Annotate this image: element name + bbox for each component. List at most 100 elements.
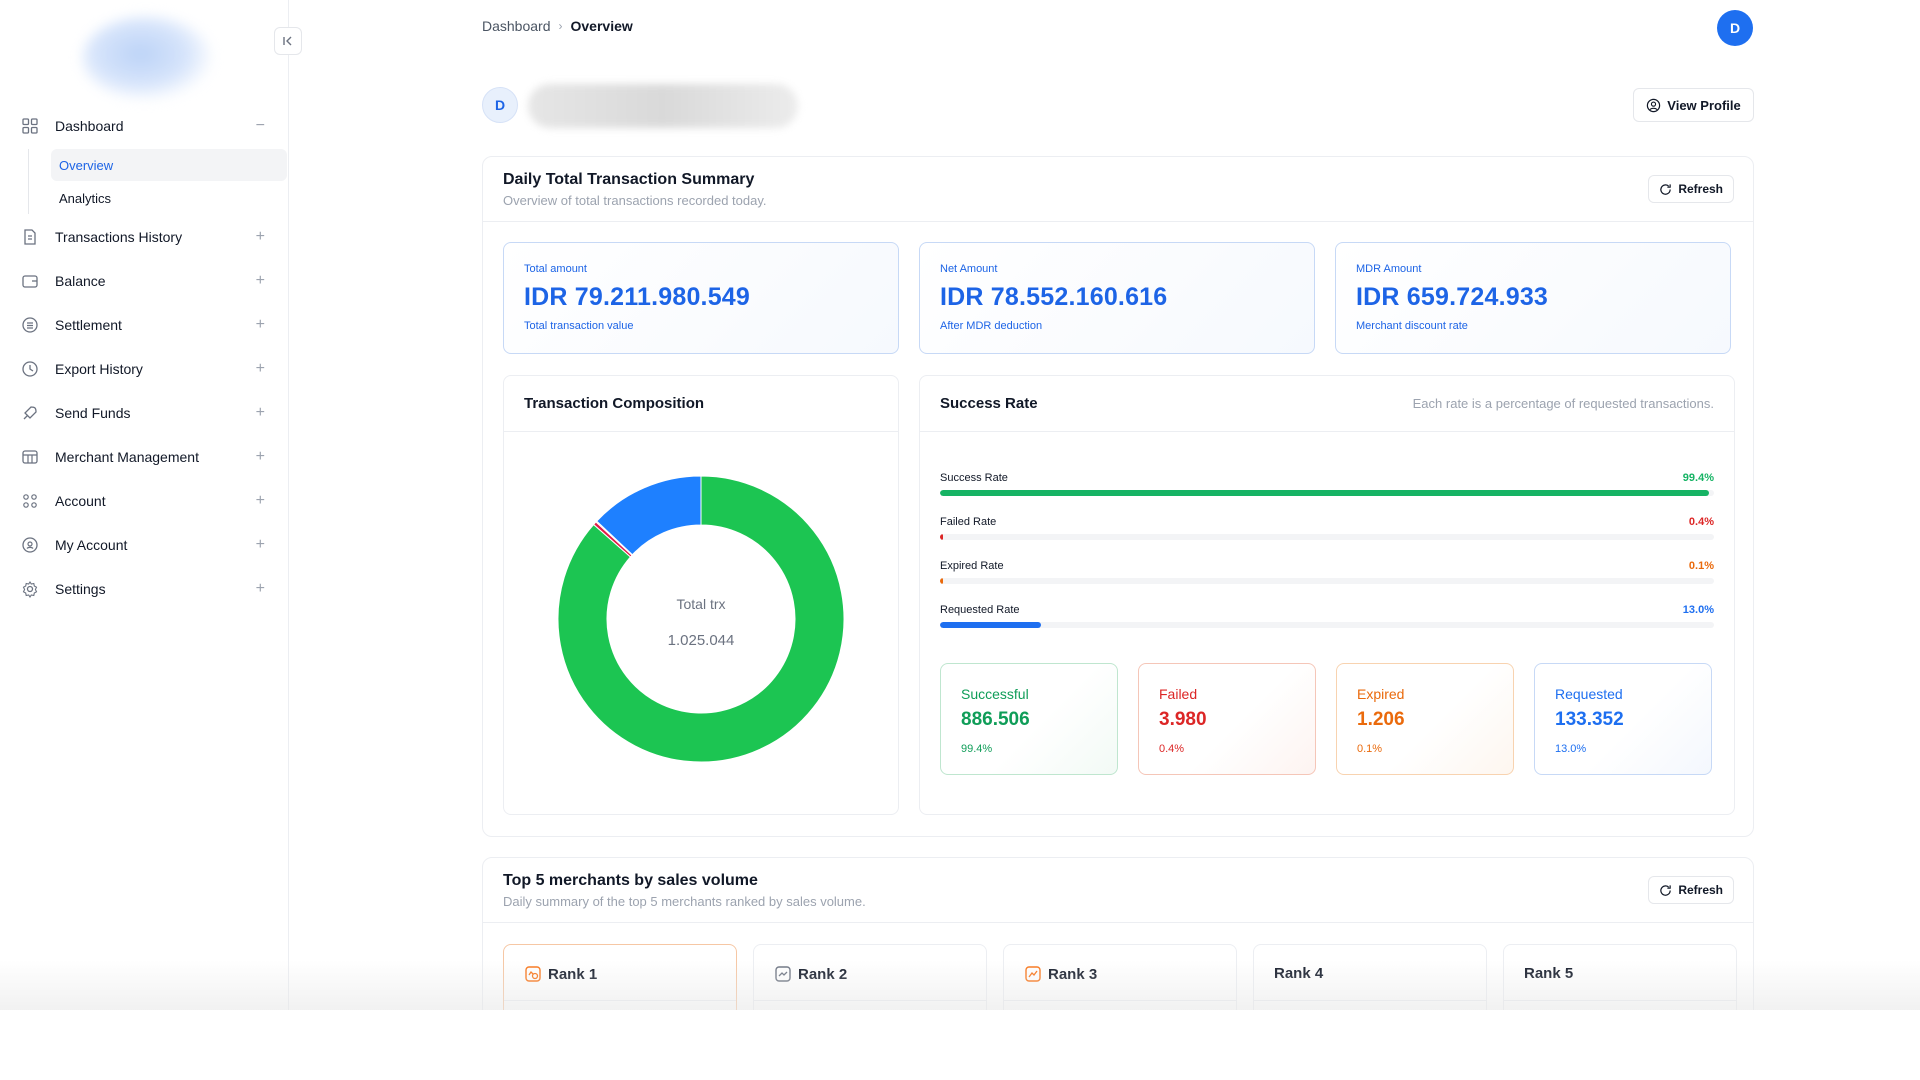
users-icon — [20, 491, 40, 511]
sidebar-item-label: My Account — [55, 537, 128, 553]
breadcrumb-current: Overview — [570, 18, 633, 34]
rank-card-4[interactable]: Rank 4 — [1253, 944, 1487, 1010]
sidebar-item-export-history[interactable]: Export History + — [0, 347, 289, 391]
metric-box-expired: Expired 1.206 0.1% — [1336, 663, 1514, 775]
refresh-label: Refresh — [1678, 883, 1723, 897]
metric-percent: 0.1% — [1357, 743, 1383, 755]
metric-box-requested: Requested 133.352 13.0% — [1534, 663, 1712, 775]
sidebar-item-settlement[interactable]: Settlement + — [0, 303, 289, 347]
divider — [483, 922, 1753, 923]
rocket-icon — [20, 403, 40, 423]
metric-box-failed: Failed 3.980 0.4% — [1138, 663, 1316, 775]
expand-icon[interactable]: + — [256, 316, 265, 334]
refresh-label: Refresh — [1678, 182, 1723, 196]
rank-card-1[interactable]: Rank 1 — [503, 944, 737, 1010]
expand-icon[interactable]: + — [256, 536, 265, 554]
metric-value: 3.980 — [1159, 709, 1207, 730]
trend-icon — [775, 966, 791, 982]
daily-summary-card: Daily Total Transaction Summary Overview… — [482, 156, 1754, 837]
divider — [1254, 1000, 1486, 1001]
rank-header: Rank 2 — [774, 965, 847, 983]
sidebar-item-label: Settings — [55, 581, 106, 597]
breadcrumb: Dashboard › Overview — [482, 18, 633, 34]
divider — [1504, 1000, 1736, 1001]
composition-title: Transaction Composition — [524, 395, 705, 412]
donut-center-label: Total trx — [676, 596, 725, 612]
rate-label: Success Rate — [940, 472, 1008, 484]
divider — [483, 221, 1753, 222]
sidebar-item-send-funds[interactable]: Send Funds + — [0, 391, 289, 435]
sidebar-item-dashboard[interactable]: Dashboard − — [0, 104, 289, 148]
refresh-icon — [1660, 183, 1672, 195]
profile-avatar: D — [482, 87, 518, 123]
breadcrumb-parent[interactable]: Dashboard — [482, 18, 551, 34]
sidebar-item-account[interactable]: Account + — [0, 479, 289, 523]
divider — [1004, 1000, 1236, 1001]
view-profile-button[interactable]: View Profile — [1633, 88, 1754, 122]
trend-up-icon — [1025, 966, 1041, 982]
rate-fill — [940, 622, 1041, 628]
chevron-right-icon: › — [558, 19, 563, 33]
sidebar-item-balance[interactable]: Balance + — [0, 259, 289, 303]
wallet-icon — [20, 271, 40, 291]
list-icon — [20, 315, 40, 335]
success-rate-title: Success Rate — [940, 395, 1038, 412]
expand-icon[interactable]: + — [256, 272, 265, 290]
receipt-icon — [20, 227, 40, 247]
rate-row-expired: Expired Rate 0.1% — [940, 560, 1714, 600]
expand-icon[interactable]: + — [256, 492, 265, 510]
success-rate-note: Each rate is a percentage of requested t… — [1412, 396, 1714, 411]
rank-card-3[interactable]: Rank 3 — [1003, 944, 1237, 1010]
expand-icon[interactable]: + — [256, 360, 265, 378]
metric-value: 133.352 — [1555, 709, 1624, 730]
sidebar-item-transactions-history[interactable]: Transactions History + — [0, 215, 289, 259]
medal-icon — [525, 966, 541, 982]
divider — [504, 431, 898, 432]
sidebar-item-my-account[interactable]: My Account + — [0, 523, 289, 567]
sidebar-item-label: Merchant Management — [55, 449, 199, 465]
gear-icon — [20, 579, 40, 599]
top5-refresh-button[interactable]: Refresh — [1648, 876, 1734, 904]
metric-value: 886.506 — [961, 709, 1030, 730]
sidebar-item-settings[interactable]: Settings + — [0, 567, 289, 611]
stat-net-amount: Net Amount IDR 78.552.160.616 After MDR … — [919, 242, 1315, 354]
expand-icon[interactable]: + — [256, 404, 265, 422]
sidebar-nav: Dashboard − Overview Analytics Transacti… — [0, 104, 289, 611]
dashboard-subnav: Overview Analytics — [28, 149, 289, 214]
summary-title: Daily Total Transaction Summary — [503, 171, 755, 188]
rank-card-5[interactable]: Rank 5 — [1503, 944, 1737, 1010]
refresh-icon — [1660, 884, 1672, 896]
stat-value: IDR 659.724.933 — [1356, 283, 1549, 311]
brand-logo — [82, 16, 212, 100]
summary-refresh-button[interactable]: Refresh — [1648, 175, 1734, 203]
rank-header: Rank 3 — [1024, 965, 1097, 983]
sidebar-item-merchant-management[interactable]: Merchant Management + — [0, 435, 289, 479]
rate-fill — [940, 534, 944, 540]
sidebar: Dashboard − Overview Analytics Transacti… — [0, 0, 302, 1010]
rank-label: Rank 4 — [1274, 965, 1324, 982]
sidebar-item-label: Transactions History — [55, 229, 183, 245]
sidebar-subitem-analytics[interactable]: Analytics — [51, 182, 287, 214]
sidebar-item-label: Dashboard — [55, 118, 124, 134]
collapse-sidebar-button[interactable] — [274, 27, 302, 55]
app-root: Dashboard − Overview Analytics Transacti… — [0, 0, 1920, 1010]
divider — [920, 431, 1734, 432]
rank-card-2[interactable]: Rank 2 — [753, 944, 987, 1010]
store-icon — [20, 447, 40, 467]
rank-label: Rank 1 — [548, 965, 598, 983]
transaction-composition-card: Transaction Composition Total trx 1.025.… — [503, 375, 899, 815]
donut-center-value: 1.025.044 — [668, 632, 735, 649]
user-avatar[interactable]: D — [1717, 10, 1753, 46]
top5-subtitle: Daily summary of the top 5 merchants ran… — [503, 894, 866, 909]
sidebar-item-label: Export History — [55, 361, 143, 377]
stat-value: IDR 78.552.160.616 — [940, 283, 1168, 311]
rate-value: 0.4% — [1688, 516, 1714, 528]
collapse-icon[interactable]: − — [256, 117, 265, 135]
expand-icon[interactable]: + — [256, 580, 265, 598]
sidebar-subitem-overview[interactable]: Overview — [51, 149, 287, 181]
expand-icon[interactable]: + — [256, 228, 265, 246]
metric-value: 1.206 — [1357, 709, 1405, 730]
user-circle-icon — [1647, 98, 1661, 112]
expand-icon[interactable]: + — [256, 448, 265, 466]
rate-fill — [940, 490, 1710, 496]
